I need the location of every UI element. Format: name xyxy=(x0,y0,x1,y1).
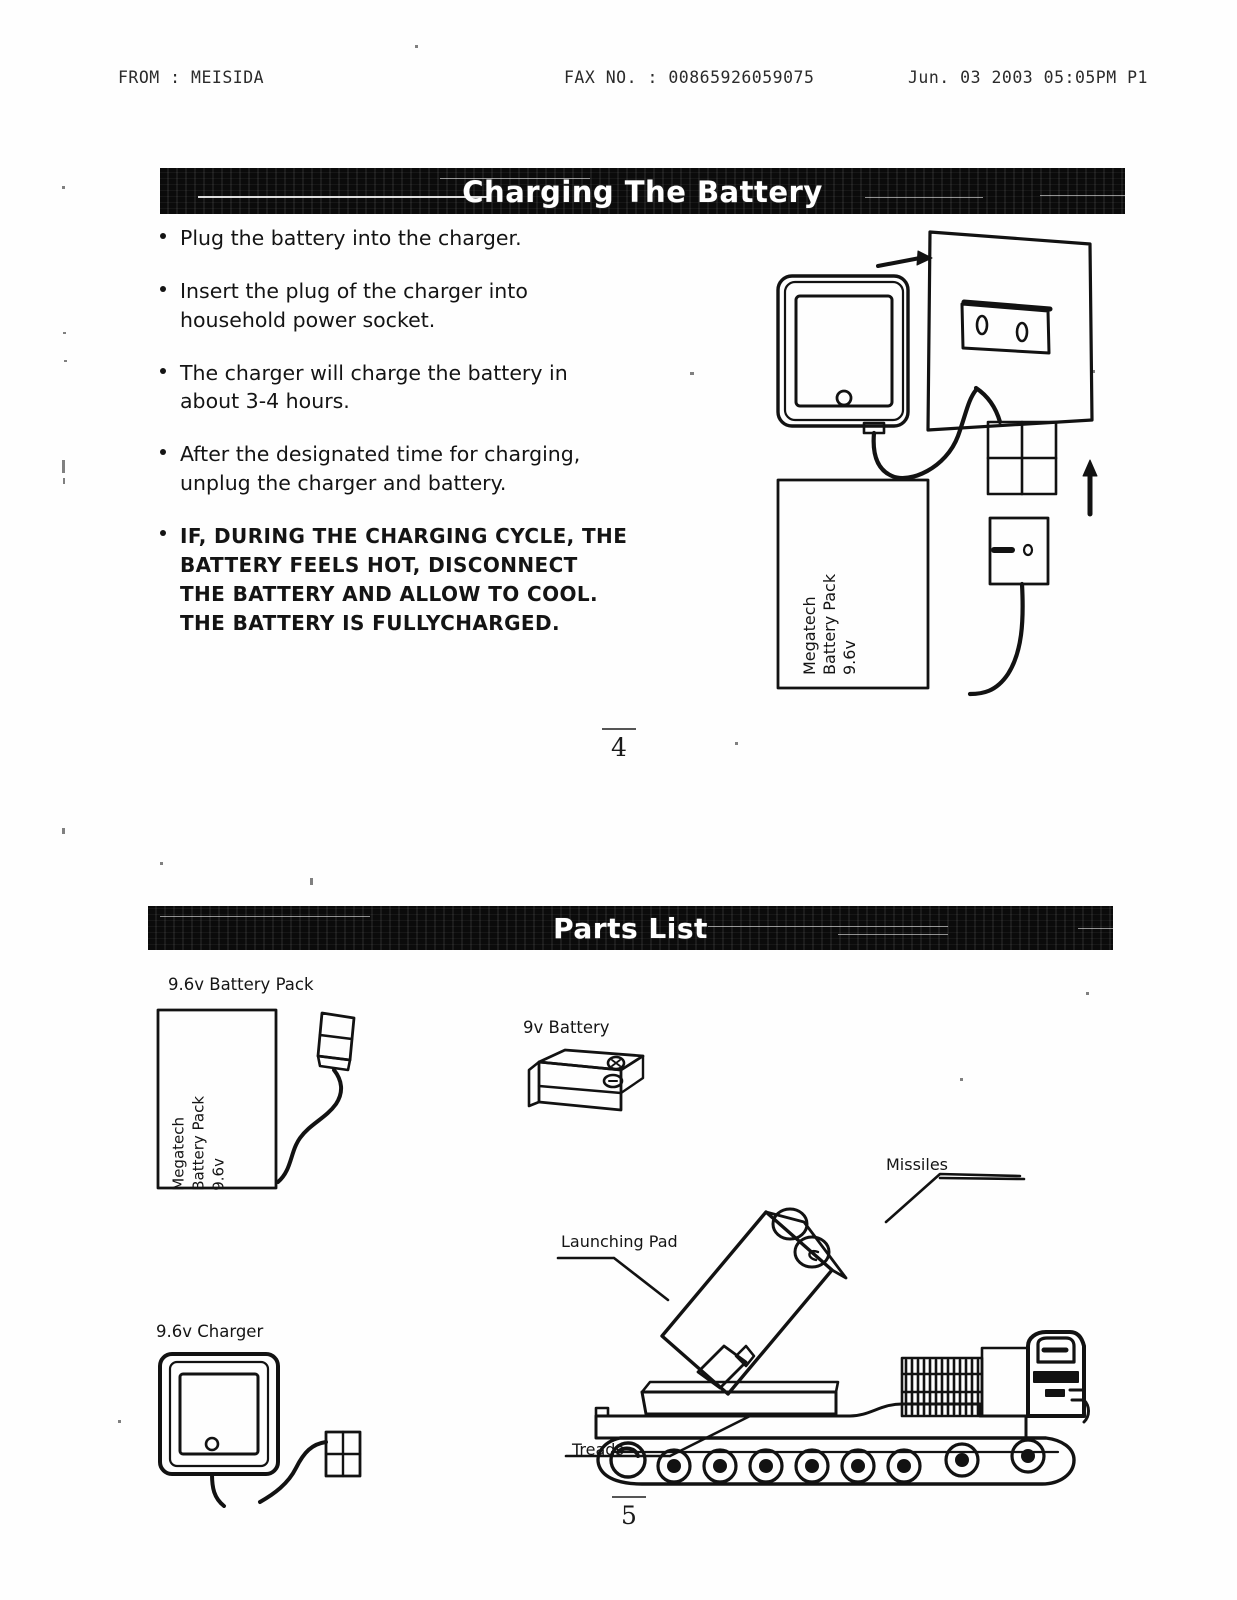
battery-pack-line-2: Battery Pack xyxy=(189,1095,208,1191)
battery-pack-line-1: Megatech xyxy=(169,1117,188,1191)
battery-pack-line-3: 9.6v xyxy=(209,1158,228,1191)
parts-battery-pack-face-text: Battery Pack xyxy=(189,1096,208,1191)
list-item-text: After the designated time for charging, … xyxy=(180,442,581,495)
list-item: The charger will charge the battery in a… xyxy=(158,359,628,416)
list-item: After the designated time for charging, … xyxy=(158,440,628,497)
scan-speck xyxy=(160,862,163,865)
charging-battery-pack-face-text: Megatech xyxy=(800,596,820,675)
bullet-dot-icon xyxy=(160,233,166,239)
page-number-value: 4 xyxy=(611,733,627,762)
parts-battery-pack-face-text: Megatech xyxy=(169,1117,188,1191)
fax-header: FROM : MEISIDA FAX NO. : 00865926059075 … xyxy=(118,68,1158,94)
bullet-dot-icon xyxy=(160,286,166,293)
part-label-charger: 9.6v Charger xyxy=(156,1322,264,1341)
page-number-4: 4 xyxy=(596,728,642,762)
fax-date-field: Jun. 03 2003 05:05PM P1 xyxy=(908,68,1148,87)
list-item: Insert the plug of the charger into hous… xyxy=(158,277,628,334)
list-item-text: Plug the battery into the charger. xyxy=(180,226,522,250)
part-label-battery-pack: 9.6v Battery Pack xyxy=(168,975,314,994)
page-number-value: 5 xyxy=(621,1501,637,1530)
scan-speck xyxy=(62,828,65,834)
scan-speck xyxy=(62,186,65,189)
scan-speck xyxy=(960,1078,963,1081)
battery-pack-line-3: 9.6v xyxy=(840,640,859,675)
part-label-9v-battery: 9v Battery xyxy=(523,1018,610,1037)
list-item-text: The charger will charge the battery in a… xyxy=(180,360,568,414)
scan-speck xyxy=(310,878,313,885)
bullet-dot-icon xyxy=(160,529,166,536)
section-banner-charging: Charging The Battery xyxy=(160,168,1125,214)
bullet-dot-icon xyxy=(160,367,166,374)
list-item: Plug the battery into the charger. xyxy=(158,224,628,252)
section-banner-parts: Parts List xyxy=(148,906,1113,950)
scan-speck xyxy=(735,742,738,745)
scan-speck xyxy=(64,360,67,362)
part-diagram-9v-battery xyxy=(525,1040,655,1120)
part-diagram-missile-launcher-vehicle xyxy=(550,1160,1090,1490)
scan-speck xyxy=(63,478,65,484)
list-item-text: IF, DURING THE CHARGING CYCLE, THE BATTE… xyxy=(180,523,628,635)
part-diagram-charger xyxy=(150,1348,400,1508)
charging-instructions-list: Plug the battery into the charger. Inser… xyxy=(158,224,628,663)
fax-from-field: FROM : MEISIDA xyxy=(118,68,265,87)
bullet-dot-icon xyxy=(160,449,166,456)
fax-page: FROM : MEISIDA FAX NO. : 00865926059075 … xyxy=(0,0,1237,1600)
charging-battery-pack-face-text: 9.6v xyxy=(840,640,860,675)
list-item-warning: IF, DURING THE CHARGING CYCLE, THE BATTE… xyxy=(158,522,628,638)
fax-number-field: FAX NO. : 00865926059075 xyxy=(564,68,815,87)
scan-speck xyxy=(690,372,694,375)
page-number-rule xyxy=(602,728,636,730)
scan-speck xyxy=(63,332,66,334)
battery-pack-line-1: Megatech xyxy=(800,596,819,675)
parts-battery-pack-face-text: 9.6v xyxy=(209,1158,228,1191)
list-item-text: Insert the plug of the charger into hous… xyxy=(180,279,528,332)
banner-title-parts: Parts List xyxy=(553,912,708,945)
charging-battery-pack-face-text: Battery Pack xyxy=(820,574,840,675)
banner-title-charging: Charging The Battery xyxy=(462,175,823,209)
scan-speck xyxy=(415,45,418,48)
scan-speck xyxy=(118,1420,121,1423)
scan-speck xyxy=(1086,992,1089,995)
scan-speck xyxy=(62,460,65,473)
battery-pack-line-2: Battery Pack xyxy=(820,573,839,675)
page-number-5: 5 xyxy=(606,1496,652,1530)
page-number-rule xyxy=(612,1496,646,1498)
